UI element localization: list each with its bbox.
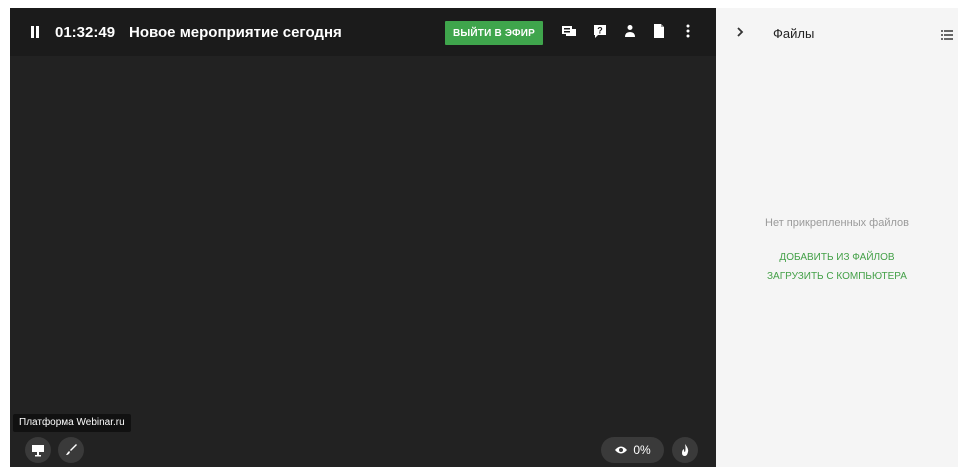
pause-icon[interactable] bbox=[30, 26, 40, 38]
viewers-percent: 0% bbox=[633, 443, 651, 457]
webinar-app: 01:32:49 Новое мероприятие сегодня ВЫЙТИ… bbox=[10, 8, 958, 467]
eye-icon bbox=[615, 446, 628, 454]
file-icon[interactable] bbox=[651, 23, 667, 39]
files-panel: Файлы Нет прикрепленных файлов ДОБАВИТЬ … bbox=[716, 8, 958, 467]
person-icon[interactable] bbox=[622, 23, 638, 39]
activity-button[interactable] bbox=[672, 437, 698, 463]
broadcast-stage: 01:32:49 Новое мероприятие сегодня ВЫЙТИ… bbox=[10, 8, 716, 467]
top-bar: 01:32:49 Новое мероприятие сегодня ВЫЙТИ… bbox=[10, 8, 716, 56]
go-live-button[interactable]: ВЫЙТИ В ЭФИР bbox=[445, 21, 543, 45]
presentation-icon bbox=[32, 445, 44, 457]
brush-icon bbox=[66, 444, 77, 455]
broadcast-timer: 01:32:49 bbox=[55, 24, 116, 41]
upload-from-computer-link[interactable]: ЗАГРУЗИТЬ С КОМПЬЮТЕРА bbox=[716, 271, 958, 282]
event-title: Новое мероприятие сегодня bbox=[129, 24, 342, 41]
files-panel-header: Файлы bbox=[716, 8, 958, 56]
no-files-message: Нет прикрепленных файлов bbox=[765, 217, 909, 229]
platform-tooltip: Платформа Webinar.ru bbox=[13, 414, 131, 432]
chat-icon[interactable] bbox=[561, 23, 577, 39]
drawing-button[interactable] bbox=[58, 437, 84, 463]
list-view-icon[interactable] bbox=[941, 27, 953, 40]
flame-icon bbox=[682, 444, 689, 456]
svg-text:?: ? bbox=[597, 26, 603, 36]
add-from-files-link[interactable]: ДОБАВИТЬ ИЗ ФАЙЛОВ bbox=[716, 252, 958, 263]
presentation-button[interactable] bbox=[25, 437, 51, 463]
viewers-indicator[interactable]: 0% bbox=[601, 437, 664, 463]
more-vertical-icon[interactable] bbox=[680, 23, 696, 39]
chevron-right-icon[interactable] bbox=[734, 25, 746, 39]
question-icon[interactable]: ? bbox=[592, 23, 608, 39]
files-panel-title: Файлы bbox=[773, 26, 815, 41]
